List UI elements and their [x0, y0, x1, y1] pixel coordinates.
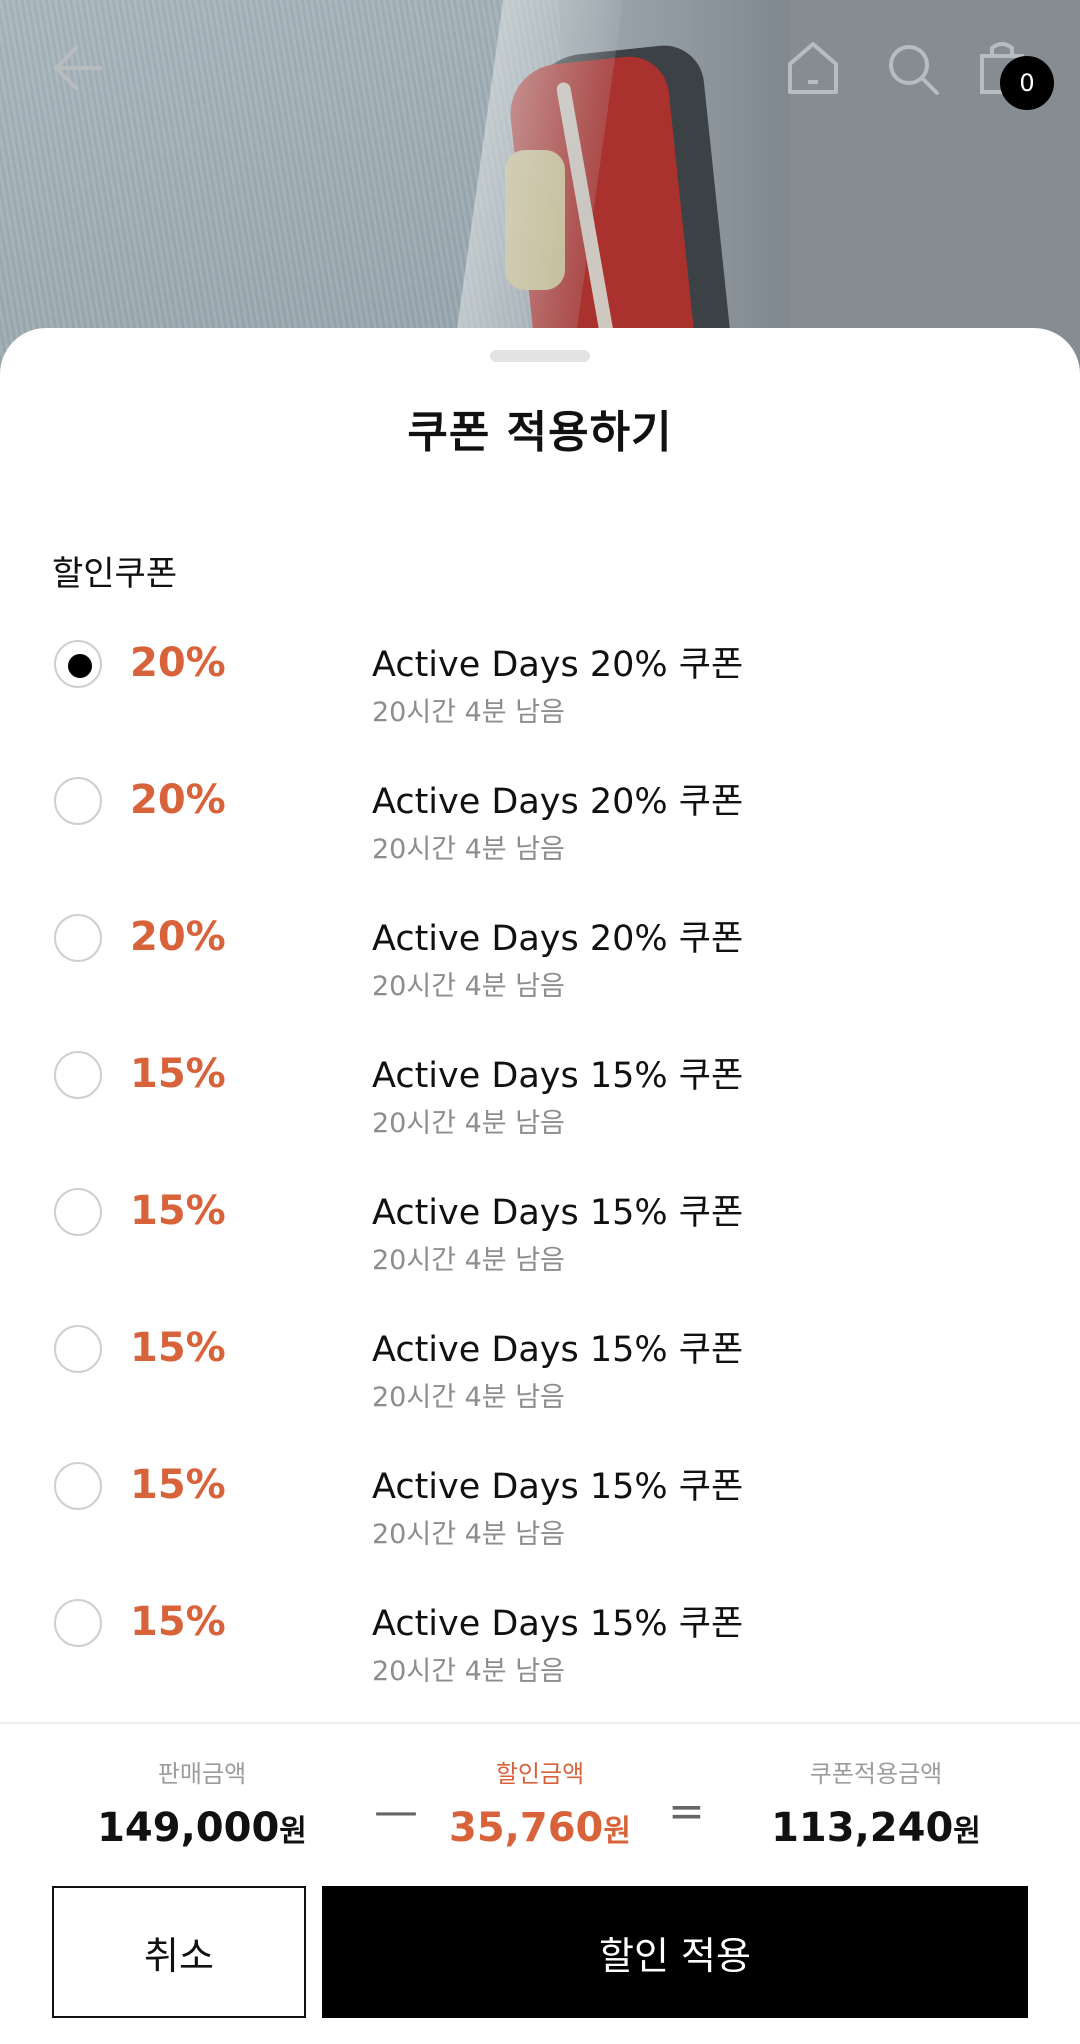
coupon-name: Active Days 20% 쿠폰	[372, 919, 744, 959]
coupon-name: Active Days 15% 쿠폰	[372, 1056, 744, 1096]
coupon-radio[interactable]	[54, 640, 102, 688]
discount-label: 할인금액	[495, 1760, 585, 1788]
coupon-name: Active Days 20% 쿠폰	[372, 645, 744, 685]
search-icon[interactable]	[886, 42, 940, 96]
coupon-time-left: 20시간 4분 남음	[372, 1382, 565, 1413]
coupon-time-left: 20시간 4분 남음	[372, 697, 565, 728]
cart-count-badge: 0	[1000, 56, 1054, 110]
coupon-percent: 15%	[130, 1462, 226, 1508]
coupon-percent: 15%	[130, 1599, 226, 1645]
top-navigation: 0	[0, 0, 1080, 140]
discount-block: 할인금액 35,760원	[390, 1754, 690, 1851]
coupon-option[interactable]: 20% Active Days 20% 쿠폰 20시간 4분 남음	[0, 902, 1080, 1039]
coupon-option[interactable]: 15% Active Days 15% 쿠폰 20시간 4분 남음	[0, 1587, 1080, 1724]
coupon-name: Active Days 15% 쿠폰	[372, 1330, 744, 1370]
coupon-percent: 15%	[130, 1188, 226, 1234]
price-summary: 판매금액 149,000원 — 할인금액 35,760원 = 쿠폰적용금액 11…	[0, 1722, 1080, 1884]
coupon-radio[interactable]	[54, 1051, 102, 1099]
coupon-option[interactable]: 15% Active Days 15% 쿠폰 20시간 4분 남음	[0, 1039, 1080, 1176]
back-arrow-icon[interactable]	[50, 40, 106, 96]
sale-price-label: 판매금액	[157, 1760, 247, 1788]
coupon-radio[interactable]	[54, 1188, 102, 1236]
sheet-drag-handle[interactable]	[490, 350, 590, 362]
coupon-percent: 20%	[130, 777, 226, 823]
coupon-time-left: 20시간 4분 남음	[372, 834, 565, 865]
section-label-discount-coupons: 할인쿠폰	[52, 554, 178, 594]
coupon-time-left: 20시간 4분 남음	[372, 1245, 565, 1276]
final-price-block: 쿠폰적용금액 113,240원	[726, 1754, 1026, 1851]
coupon-name: Active Days 15% 쿠폰	[372, 1467, 744, 1507]
coupon-percent: 15%	[130, 1051, 226, 1097]
currency-unit: 원	[279, 1814, 307, 1849]
coupon-name: Active Days 15% 쿠폰	[372, 1193, 744, 1233]
apply-discount-button[interactable]: 할인 적용	[322, 1886, 1028, 2018]
coupon-percent: 20%	[130, 640, 226, 686]
coupon-option[interactable]: 15% Active Days 15% 쿠폰 20시간 4분 남음	[0, 1313, 1080, 1450]
coupon-percent: 15%	[130, 1325, 226, 1371]
discount-value: 35,760원	[390, 1805, 690, 1851]
coupon-time-left: 20시간 4분 남음	[372, 1108, 565, 1139]
coupon-option[interactable]: 20% Active Days 20% 쿠폰 20시간 4분 남음	[0, 765, 1080, 902]
coupon-time-left: 20시간 4분 남음	[372, 1519, 565, 1550]
coupon-option[interactable]: 20% Active Days 20% 쿠폰 20시간 4분 남음	[0, 628, 1080, 765]
coupon-name: Active Days 20% 쿠폰	[372, 782, 744, 822]
coupon-radio[interactable]	[54, 914, 102, 962]
equals-sign: =	[668, 1786, 705, 1837]
coupon-option[interactable]: 15% Active Days 15% 쿠폰 20시간 4분 남음	[0, 1450, 1080, 1587]
sale-price-value: 149,000원	[52, 1805, 352, 1851]
final-price-value: 113,240원	[726, 1805, 1026, 1851]
currency-unit: 원	[603, 1814, 631, 1849]
cancel-button[interactable]: 취소	[52, 1886, 306, 2018]
coupon-name: Active Days 15% 쿠폰	[372, 1604, 744, 1644]
coupon-list: 20% Active Days 20% 쿠폰 20시간 4분 남음 20% Ac…	[0, 628, 1080, 1724]
coupon-radio[interactable]	[54, 1599, 102, 1647]
coupon-option[interactable]: 15% Active Days 15% 쿠폰 20시간 4분 남음	[0, 1176, 1080, 1313]
final-price-amount: 113,240	[771, 1805, 954, 1851]
currency-unit: 원	[953, 1814, 981, 1849]
home-icon[interactable]	[786, 40, 840, 96]
sheet-title: 쿠폰 적용하기	[407, 407, 673, 458]
coupon-time-left: 20시간 4분 남음	[372, 1656, 565, 1687]
coupon-radio[interactable]	[54, 777, 102, 825]
coupon-radio[interactable]	[54, 1325, 102, 1373]
coupon-radio[interactable]	[54, 1462, 102, 1510]
sale-price-amount: 149,000	[97, 1805, 280, 1851]
discount-amount: 35,760	[449, 1805, 604, 1851]
coupon-percent: 20%	[130, 914, 226, 960]
final-price-label: 쿠폰적용금액	[809, 1760, 943, 1788]
sale-price-block: 판매금액 149,000원	[52, 1754, 352, 1851]
coupon-time-left: 20시간 4분 남음	[372, 971, 565, 1002]
